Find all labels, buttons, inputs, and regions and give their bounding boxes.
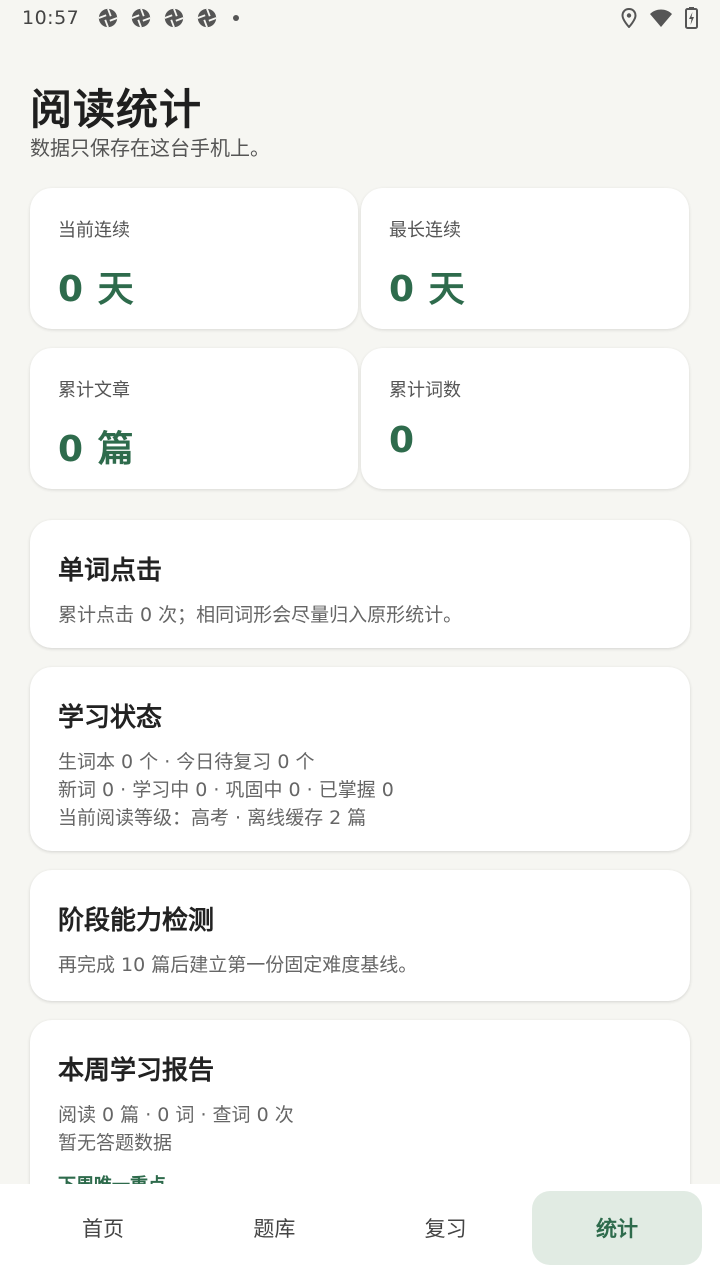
card-line: 阅读 0 篇 · 0 词 · 查词 0 次 — [58, 1104, 294, 1126]
card-line: 累计点击 0 次；相同词形会尽量归入原形统计。 — [58, 604, 463, 626]
page-title: 阅读统计 — [30, 85, 203, 134]
card-title: 阶段能力检测 — [58, 906, 215, 936]
battery-charging-icon — [685, 7, 698, 29]
stat-label: 累计词数 — [389, 380, 461, 401]
aperture-icon — [164, 8, 184, 28]
stat-label: 累计文章 — [58, 380, 130, 401]
aperture-icon — [131, 8, 151, 28]
stat-card-current-streak: 当前连续 0 天 — [30, 188, 358, 329]
card-title: 本周学习报告 — [58, 1056, 215, 1086]
card-line: 生词本 0 个 · 今日待复习 0 个 — [58, 751, 315, 773]
card-line: 再完成 10 篇后建立第一份固定难度基线。 — [58, 954, 418, 976]
stat-value: 0 篇 — [58, 429, 135, 470]
nav-item-review[interactable]: 复习 — [361, 1191, 531, 1265]
stat-card-longest-streak: 最长连续 0 天 — [361, 188, 689, 329]
learning-status-card[interactable]: 学习状态 生词本 0 个 · 今日待复习 0 个 新词 0 · 学习中 0 · … — [30, 667, 690, 851]
card-line: 暂无答题数据 — [58, 1132, 173, 1154]
card-line: 新词 0 · 学习中 0 · 巩固中 0 · 已掌握 0 — [58, 779, 394, 801]
more-notifications-dot — [233, 15, 240, 21]
stat-card-total-words: 累计词数 0 — [361, 348, 689, 489]
nav-item-home[interactable]: 首页 — [18, 1191, 188, 1265]
stat-value: 0 天 — [389, 269, 466, 310]
nav-item-question-bank[interactable]: 题库 — [189, 1191, 359, 1265]
nav-item-stats[interactable]: 统计 — [531, 1191, 702, 1265]
aperture-icon — [197, 8, 217, 28]
stat-label: 最长连续 — [389, 220, 461, 241]
ability-test-card[interactable]: 阶段能力检测 再完成 10 篇后建立第一份固定难度基线。 — [30, 870, 690, 1001]
bottom-nav: 首页 题库 复习 统计 — [0, 1184, 720, 1280]
stat-card-total-articles: 累计文章 0 篇 — [30, 348, 358, 489]
card-title: 学习状态 — [58, 703, 163, 733]
status-bar: 10:57 — [0, 0, 720, 36]
card-line: 当前阅读等级：高考 · 离线缓存 2 篇 — [58, 807, 367, 829]
location-icon — [621, 8, 637, 28]
stat-value: 0 天 — [58, 269, 135, 310]
stat-label: 当前连续 — [58, 220, 130, 241]
stat-value: 0 — [389, 420, 416, 461]
wifi-icon — [650, 9, 672, 27]
card-title: 单词点击 — [58, 556, 163, 586]
word-clicks-card[interactable]: 单词点击 累计点击 0 次；相同词形会尽量归入原形统计。 — [30, 520, 690, 648]
screen: 10:57 阅读统计 数据只保存在这台手机上。 当前连续 0 天 最长连续 0 … — [0, 0, 720, 1280]
status-right — [621, 7, 698, 29]
page-subtitle: 数据只保存在这台手机上。 — [30, 136, 270, 160]
aperture-icon — [98, 8, 118, 28]
status-time: 10:57 — [22, 7, 80, 29]
